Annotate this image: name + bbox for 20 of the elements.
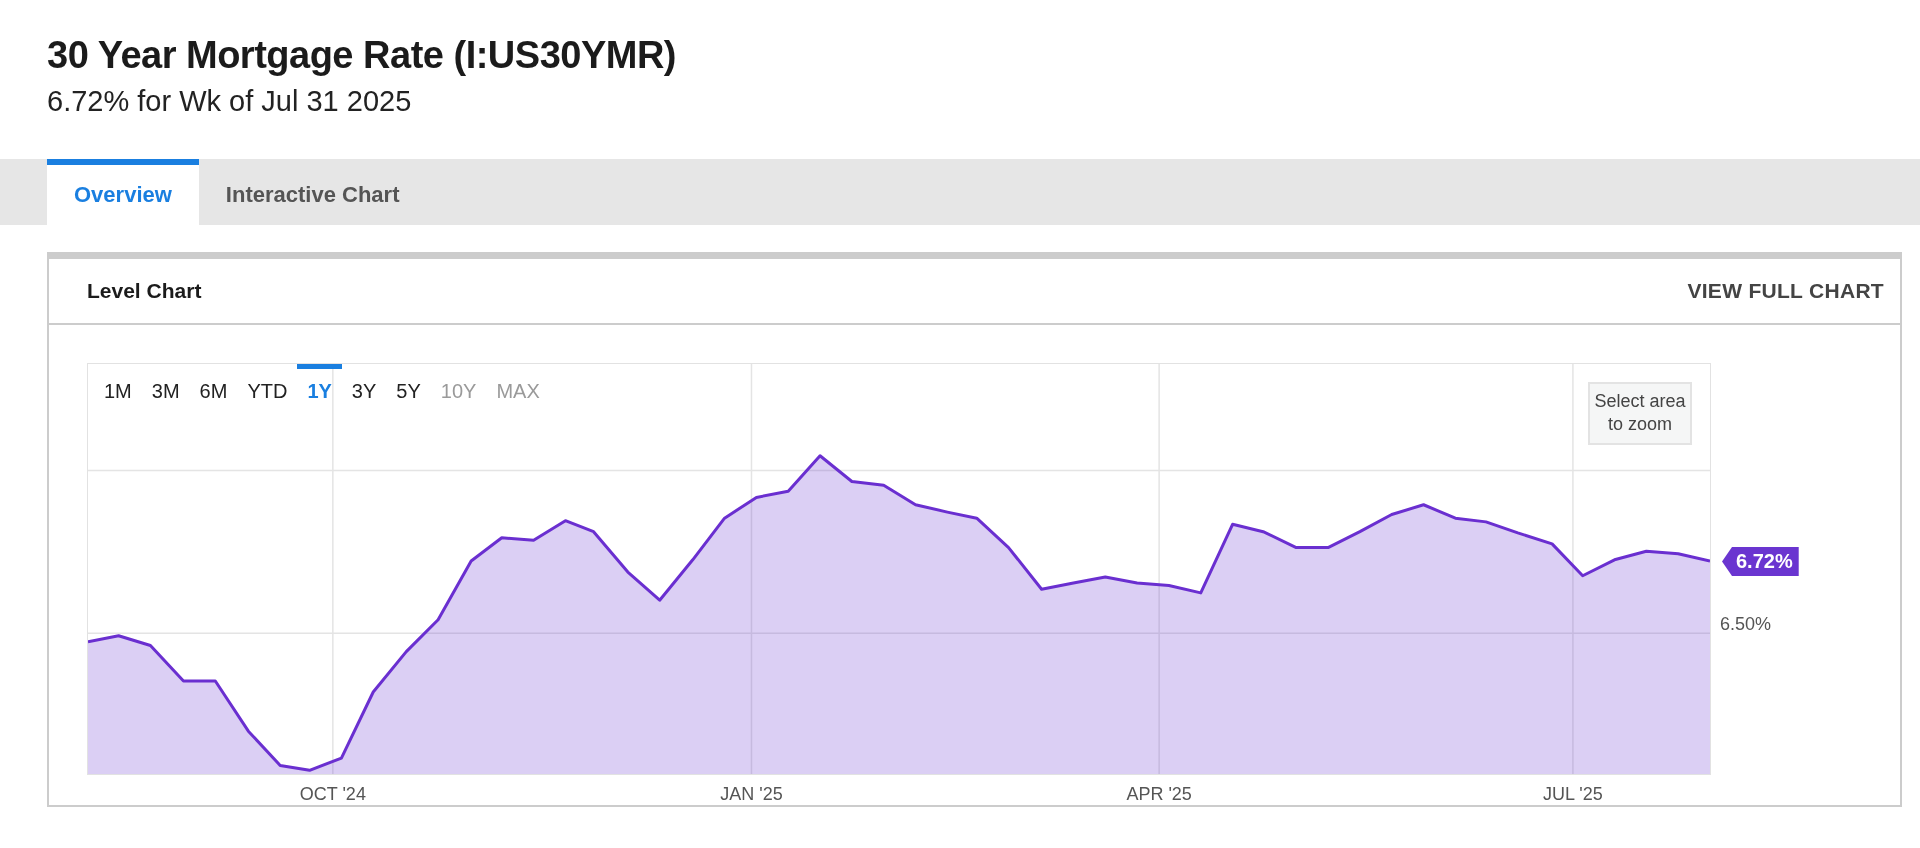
x-axis-label: APR '25 [1126,784,1192,805]
range-button[interactable]: 3M [141,364,190,411]
range-button[interactable]: 1Y [297,364,342,411]
tab[interactable]: Overview [47,159,199,225]
x-axis-label: JUL '25 [1543,784,1603,805]
card-title: Level Chart [87,279,202,303]
x-axis-label: JAN '25 [720,784,783,805]
view-full-chart-link[interactable]: VIEW FULL CHART [1687,279,1884,303]
range-button[interactable]: YTD [237,364,298,411]
range-button[interactable]: 3Y [341,364,387,411]
tab[interactable]: Interactive Chart [198,159,427,225]
y-axis-label: 6.50% [1720,614,1772,635]
rate-subtitle: 6.72% for Wk of Jul 31 2025 [47,85,412,118]
page-title: 30 Year Mortgage Rate (I:US30YMR) [47,34,676,77]
last-value-badge: 6.72% [1722,547,1799,576]
x-axis-label: OCT '24 [299,784,366,805]
zoom-hint: Select area to zoom [1588,382,1692,445]
range-button[interactable]: 6M [189,364,238,411]
range-button[interactable]: 1M [94,364,142,411]
range-button[interactable]: 5Y [386,364,431,411]
